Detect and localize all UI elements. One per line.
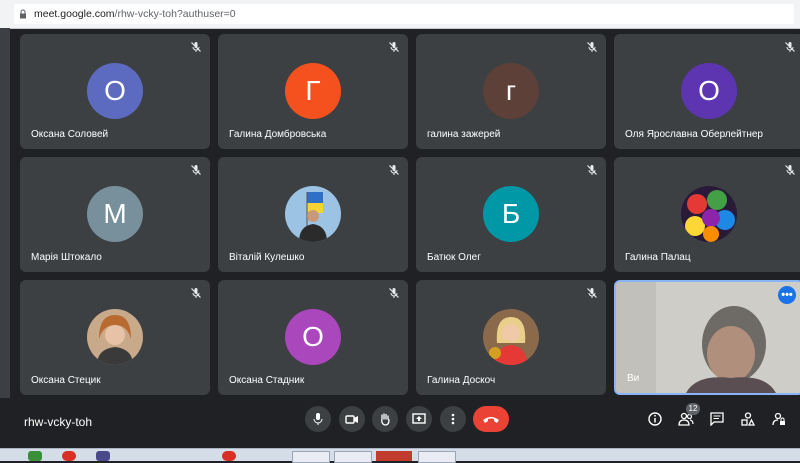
- self-video-feed: [616, 282, 800, 393]
- mic-off-icon: [587, 42, 597, 52]
- participant-name: Оля Ярославна Оберлейтнер: [625, 129, 763, 140]
- os-taskbar: [0, 448, 800, 463]
- avatar-photo: [681, 186, 737, 242]
- chat-icon: [710, 412, 724, 426]
- mic-off-icon: [785, 165, 795, 175]
- avatar: О: [87, 63, 143, 119]
- meeting-details-button[interactable]: [647, 411, 663, 427]
- url-field[interactable]: meet.google.com/rhw-vcky-toh?authuser=0: [14, 4, 794, 24]
- participant-tile[interactable]: Галина Доскоч: [416, 280, 606, 395]
- participant-name: Батюк Олег: [427, 252, 481, 263]
- raise-hand-button[interactable]: [372, 406, 398, 432]
- participant-tile[interactable]: О Оксана Соловей: [20, 34, 210, 149]
- self-video-tile[interactable]: ••• Ви: [614, 280, 800, 395]
- mic-off-icon: [389, 288, 399, 298]
- mic-off-icon: [785, 42, 795, 52]
- more-options-button[interactable]: [440, 406, 466, 432]
- more-options-icon[interactable]: •••: [778, 286, 796, 304]
- info-icon: [648, 412, 662, 426]
- avatar: Г: [285, 63, 341, 119]
- participant-tile[interactable]: Оксана Стецик: [20, 280, 210, 395]
- participant-tile[interactable]: М Марія Штокало: [20, 157, 210, 272]
- avatar: О: [285, 309, 341, 365]
- hang-up-icon: [483, 417, 499, 423]
- left-window-edge: [0, 28, 10, 460]
- mic-off-icon: [389, 42, 399, 52]
- avatar-photo: [87, 309, 143, 365]
- url-host: meet.google.com: [34, 8, 115, 20]
- participant-tile[interactable]: Галина Палац: [614, 157, 800, 272]
- meeting-code: rhw-vcky-toh: [24, 415, 93, 429]
- avatar: Б: [483, 186, 539, 242]
- lock-icon: [20, 9, 26, 19]
- participant-tile[interactable]: О Оксана Стадник: [218, 280, 408, 395]
- leave-call-button[interactable]: [473, 406, 509, 432]
- avatar: М: [87, 186, 143, 242]
- browser-address-bar: meet.google.com/rhw-vcky-toh?authuser=0: [0, 0, 800, 29]
- participant-name: галина зажерей: [427, 129, 501, 140]
- shapes-icon: [741, 412, 755, 426]
- taskbar-window[interactable]: [334, 451, 372, 463]
- mic-off-icon: [587, 288, 597, 298]
- participant-tile[interactable]: г галина зажерей: [416, 34, 606, 149]
- participant-tile[interactable]: О Оля Ярославна Оберлейтнер: [614, 34, 800, 149]
- participant-count-badge: 12: [686, 403, 700, 415]
- present-icon: [412, 413, 426, 424]
- participant-name: Галина Доскоч: [427, 375, 496, 386]
- participant-tile[interactable]: Г Галина Домбровська: [218, 34, 408, 149]
- taskbar-window[interactable]: [292, 451, 330, 463]
- participant-name: Оксана Стадник: [229, 375, 305, 386]
- participant-name: Марія Штокало: [31, 252, 102, 263]
- taskbar-window[interactable]: [418, 451, 456, 463]
- chat-button[interactable]: [709, 411, 725, 427]
- mic-off-icon: [587, 165, 597, 175]
- mic-icon: [313, 413, 323, 425]
- avatar: О: [681, 63, 737, 119]
- hand-icon: [381, 413, 390, 426]
- lock-person-icon: [772, 412, 785, 426]
- participant-tile[interactable]: Віталій Кулешко: [218, 157, 408, 272]
- camera-icon: [345, 415, 358, 424]
- microphone-button[interactable]: [305, 406, 331, 432]
- self-name: Ви: [627, 373, 640, 384]
- present-screen-button[interactable]: [406, 406, 432, 432]
- url-path: /rhw-vcky-toh?authuser=0: [114, 8, 236, 20]
- participant-grid: О Оксана Соловей Г Галина Домбровська г …: [20, 34, 800, 396]
- participant-name: Віталій Кулешко: [229, 252, 305, 263]
- host-controls-button[interactable]: [771, 411, 787, 427]
- participant-name: Галина Домбровська: [229, 129, 327, 140]
- avatar: г: [483, 63, 539, 119]
- mic-off-icon: [191, 288, 201, 298]
- participant-name: Оксана Соловей: [31, 129, 109, 140]
- mic-off-icon: [389, 165, 399, 175]
- participant-tile[interactable]: Б Батюк Олег: [416, 157, 606, 272]
- camera-button[interactable]: [339, 406, 365, 432]
- avatar-photo: [285, 186, 341, 242]
- meeting-control-bar: rhw-vcky-toh 12: [0, 398, 800, 448]
- avatar-photo: [483, 309, 539, 365]
- activities-button[interactable]: [740, 411, 756, 427]
- more-vert-icon: [451, 413, 455, 425]
- participant-name: Галина Палац: [625, 252, 691, 263]
- participant-name: Оксана Стецик: [31, 375, 101, 386]
- mic-off-icon: [191, 42, 201, 52]
- mic-off-icon: [191, 165, 201, 175]
